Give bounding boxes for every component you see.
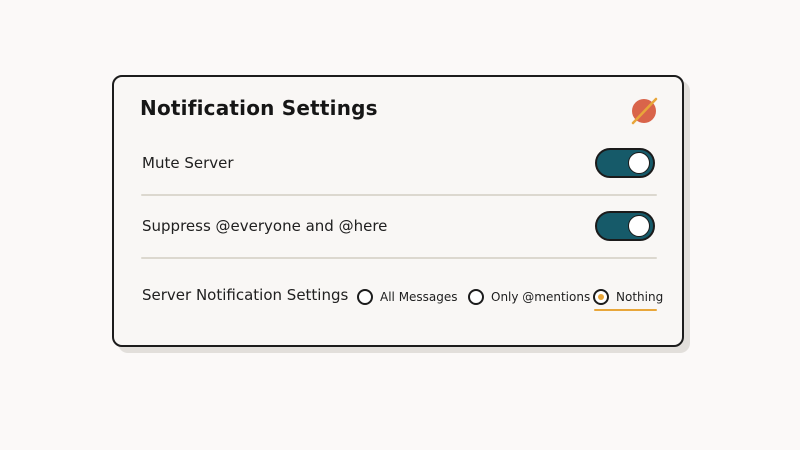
radio-circle [468,289,484,305]
radio-all-messages[interactable]: All Messages [357,287,458,307]
close-icon-graphic [631,97,658,125]
mute-server-toggle[interactable] [595,148,655,178]
server-notification-settings-label: Server Notification Settings [142,286,349,304]
dialog-title: Notification Settings [140,96,378,120]
divider [141,194,657,196]
radio-circle-selected [593,289,609,305]
notification-settings-dialog: Notification Settings Mute Server Suppre… [112,75,684,347]
suppress-everyone-toggle[interactable] [595,211,655,241]
suppress-everyone-label: Suppress @everyone and @here [142,217,388,235]
divider [141,257,657,259]
toggle-knob [628,215,650,237]
radio-label: Only @mentions [491,290,591,304]
radio-circle [357,289,373,305]
radio-only-mentions[interactable]: Only @mentions [468,287,590,307]
mute-server-label: Mute Server [142,154,234,172]
radio-nothing[interactable]: Nothing [593,287,663,307]
toggle-knob [628,152,650,174]
radio-label: All Messages [380,290,458,304]
close-icon[interactable] [630,96,660,126]
selected-option-underline [594,309,657,311]
radio-label: Nothing [616,290,664,304]
